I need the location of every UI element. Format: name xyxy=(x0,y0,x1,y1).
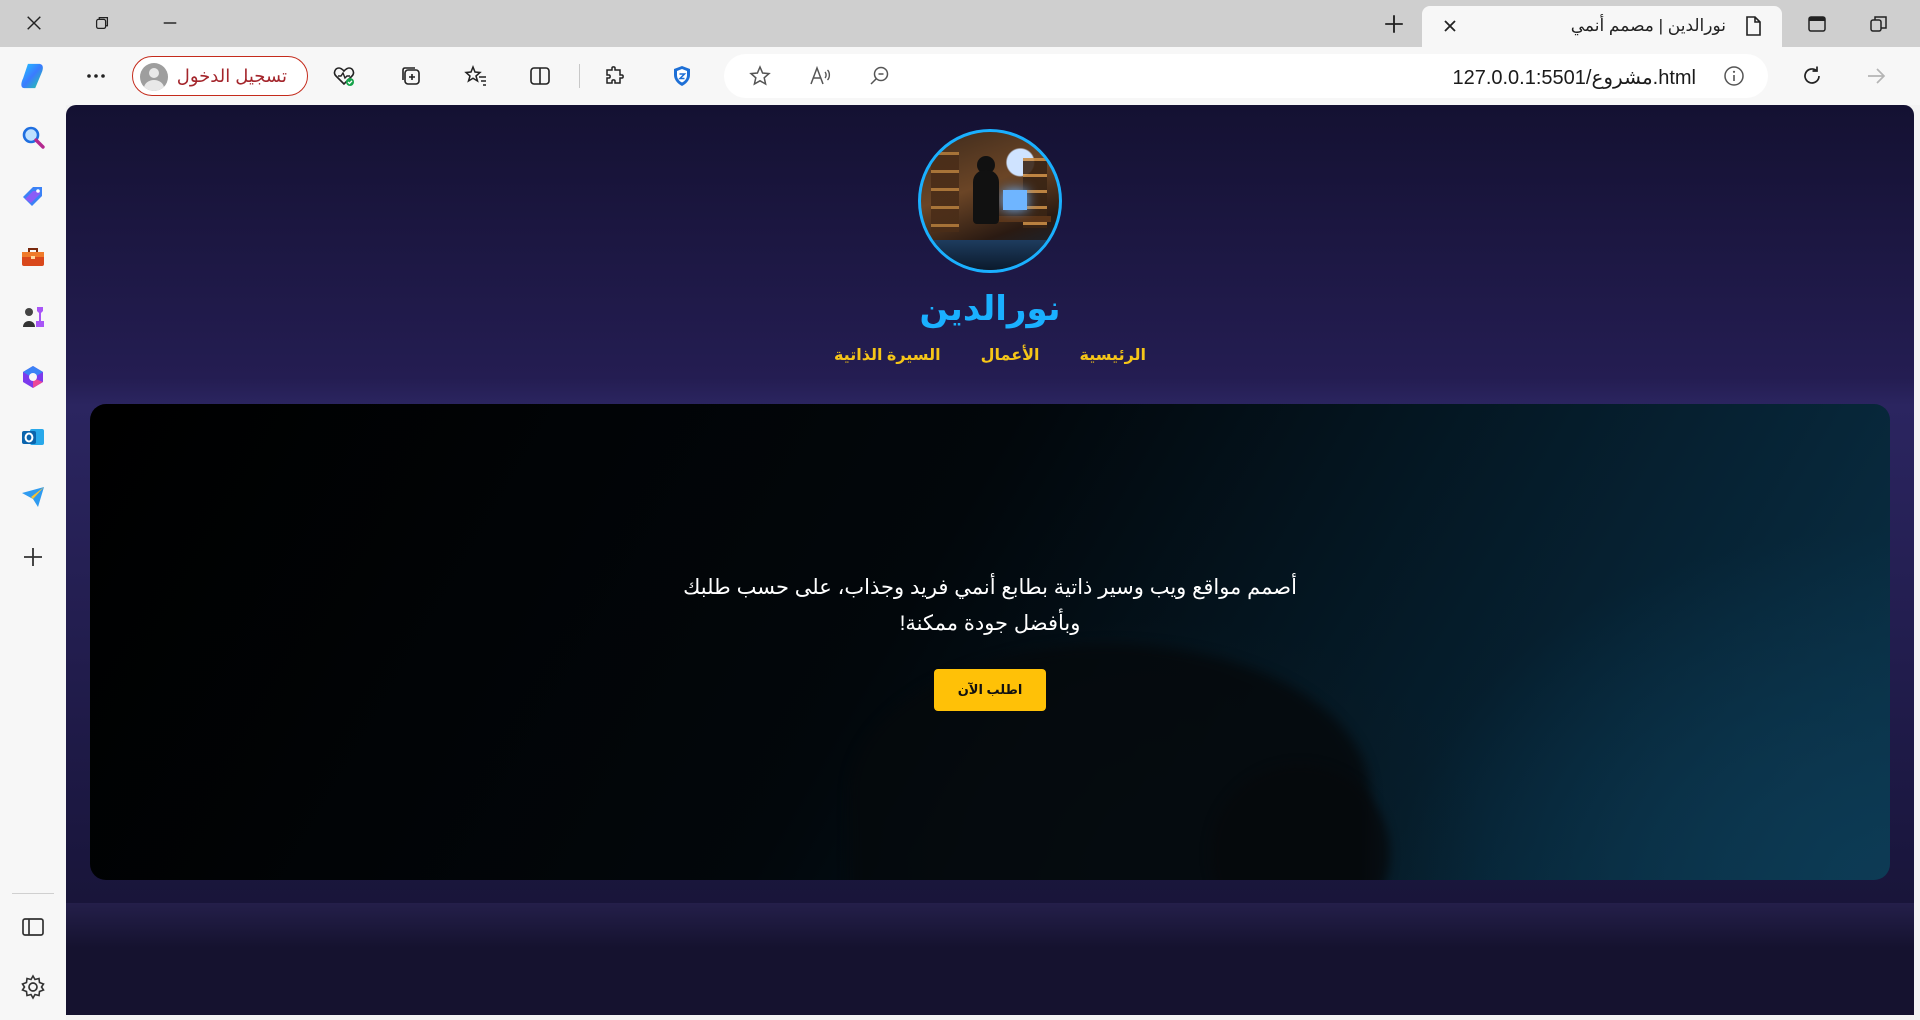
privacy-extension-button[interactable] xyxy=(664,59,700,93)
floor xyxy=(921,240,1059,270)
split-screen-button[interactable] xyxy=(522,59,558,93)
restore-window-button[interactable] xyxy=(68,0,136,46)
sidebar-m365-button[interactable] xyxy=(17,361,49,393)
browser-essentials-button[interactable] xyxy=(326,59,362,93)
split-screen-icon xyxy=(530,67,550,85)
url-text: 127.0.0.1:5501/مشروع.html xyxy=(1452,67,1696,89)
workspaces-button[interactable] xyxy=(1800,7,1834,41)
close-icon xyxy=(27,16,41,30)
extensions-icon xyxy=(606,66,624,84)
collections-button[interactable] xyxy=(393,59,429,93)
microsoft365-icon xyxy=(23,366,43,388)
health-icon xyxy=(333,67,355,86)
copilot-button[interactable] xyxy=(14,57,54,95)
profile-picture xyxy=(918,129,1062,273)
site-nav: الرئيسية الأعمال السيرة الذاتية xyxy=(66,345,1914,365)
hero-text: أصمم مواقع ويب وسير ذاتية بطابع أنمي فري… xyxy=(683,576,1297,635)
add-icon xyxy=(24,548,42,566)
nav-works[interactable]: الأعمال xyxy=(981,345,1040,365)
favorites-icon xyxy=(464,64,486,86)
monitor xyxy=(1003,190,1027,210)
new-tab-button[interactable] xyxy=(1376,8,1412,40)
nav-resume[interactable]: السيرة الذاتية xyxy=(834,345,941,365)
sidebar-send-button[interactable] xyxy=(17,481,49,513)
person-body xyxy=(973,170,999,224)
collections-icon xyxy=(402,67,420,85)
settings-icon xyxy=(21,974,45,1000)
sidebar-games-button[interactable] xyxy=(17,301,49,333)
tab-title: نورالدين | مصمم أنمي xyxy=(1570,16,1726,35)
sidebar-divider xyxy=(12,893,54,894)
signin-label: تسجيل الدخول xyxy=(176,66,287,86)
sidebar-shopping-button[interactable] xyxy=(17,181,49,213)
more-icon xyxy=(87,74,105,78)
toolbar-divider xyxy=(579,64,580,88)
extensions-button[interactable] xyxy=(597,59,633,93)
site-name: نورالدين xyxy=(919,290,1061,328)
tab-actions-button[interactable] xyxy=(1862,7,1896,41)
tools-icon xyxy=(22,248,44,266)
sidebar-search-button[interactable] xyxy=(17,121,49,153)
page-icon xyxy=(1746,16,1761,36)
sidebar-toggle-icon xyxy=(22,918,44,936)
minimize-window-button[interactable] xyxy=(136,0,204,46)
minimize-icon xyxy=(163,22,177,24)
search-icon xyxy=(22,126,45,149)
plus-icon xyxy=(1385,15,1403,33)
bookshelf-left xyxy=(931,152,959,232)
outlook-icon xyxy=(22,429,44,445)
refresh-icon xyxy=(1804,66,1820,84)
sidebar-outlook-button[interactable] xyxy=(17,421,49,453)
browser-sidebar xyxy=(0,105,66,1020)
info-icon[interactable] xyxy=(1722,64,1746,88)
shield-icon xyxy=(674,66,690,86)
active-tab[interactable]: نورالدين | مصمم أنمي xyxy=(1422,6,1782,47)
tab-strip: نورالدين | مصمم أنمي xyxy=(0,0,1920,47)
forward-icon xyxy=(1868,68,1886,84)
hero-section: أصمم مواقع ويب وسير ذاتية بطابع أنمي فري… xyxy=(90,404,1890,880)
address-bar[interactable]: 127.0.0.1:5501/مشروع.html xyxy=(724,54,1768,98)
zoom-icon[interactable] xyxy=(868,64,892,88)
site-header: نورالدين الرئيسية الأعمال السيرة الذاتية xyxy=(66,105,1914,405)
page-footer-area xyxy=(66,903,1914,1015)
star-icon[interactable] xyxy=(748,64,772,88)
shopping-tag-icon xyxy=(23,187,42,206)
sidebar-tools-button[interactable] xyxy=(17,241,49,273)
order-now-button[interactable]: اطلب الآن xyxy=(934,669,1046,711)
browser-toolbar: تسجيل الدخول 127.0.0.1:5501/مشروع.html xyxy=(0,47,1920,105)
restore-icon xyxy=(95,16,109,30)
refresh-button[interactable] xyxy=(1794,59,1830,93)
read-aloud-icon[interactable] xyxy=(808,64,832,88)
more-button[interactable] xyxy=(78,59,114,93)
nav-home[interactable]: الرئيسية xyxy=(1080,345,1147,365)
favorites-button[interactable] xyxy=(458,59,494,93)
signin-button[interactable]: تسجيل الدخول xyxy=(132,56,308,96)
games-icon xyxy=(23,307,44,327)
copilot-icon xyxy=(21,63,43,89)
close-window-button[interactable] xyxy=(0,0,68,46)
sidebar-toggle-button[interactable] xyxy=(17,911,49,943)
workspaces-icon xyxy=(1808,16,1826,32)
avatar xyxy=(140,63,168,91)
tab-close-icon[interactable] xyxy=(1440,16,1460,36)
sidebar-add-button[interactable] xyxy=(17,541,49,573)
send-icon xyxy=(22,487,44,507)
forward-button[interactable] xyxy=(1858,59,1894,93)
page-viewport: نورالدين الرئيسية الأعمال السيرة الذاتية… xyxy=(66,105,1914,1015)
tab-actions-icon xyxy=(1870,16,1887,32)
sidebar-settings-button[interactable] xyxy=(17,971,49,1003)
